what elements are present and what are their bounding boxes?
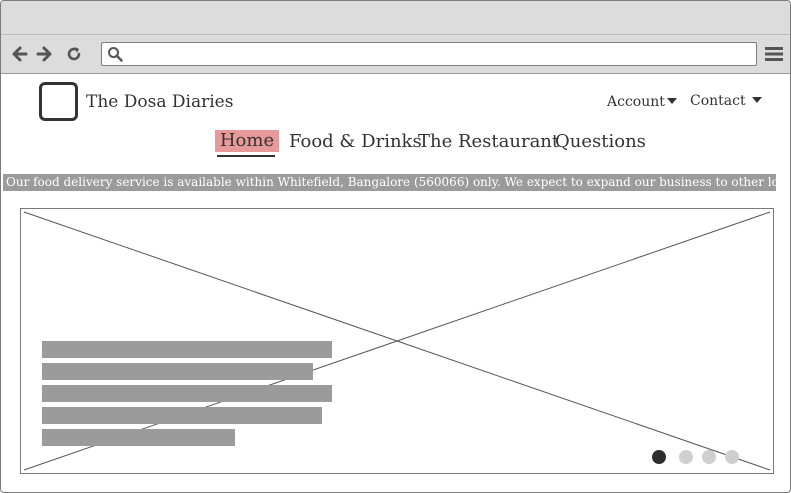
browser-window: The Dosa Diaries Account Contact Home Fo…	[0, 0, 791, 493]
announcement-ticker: Our food delivery service is available w…	[3, 174, 776, 191]
site-logo[interactable]	[39, 82, 78, 121]
title-bar	[1, 1, 790, 35]
text-placeholder-line	[42, 341, 332, 358]
carousel-dot-3[interactable]	[702, 450, 716, 464]
text-placeholder-line	[42, 407, 322, 424]
chevron-down-icon	[752, 97, 763, 103]
contact-menu[interactable]: Contact	[690, 93, 763, 109]
site-title[interactable]: The Dosa Diaries	[86, 92, 233, 112]
carousel-dot-1[interactable]	[652, 450, 666, 464]
text-placeholder-line	[42, 385, 332, 402]
nav-home[interactable]: Home	[215, 130, 279, 152]
search-icon	[107, 46, 123, 66]
nav-food-drinks[interactable]: Food & Drinks	[289, 131, 422, 152]
nav-restaurant[interactable]: The Restaurant	[418, 131, 559, 152]
text-placeholder-line	[42, 429, 235, 446]
address-bar[interactable]	[101, 42, 757, 66]
nav-questions[interactable]: Questions	[555, 131, 646, 152]
main-navigation: Home Food & Drinks The Restaurant Questi…	[1, 130, 790, 160]
carousel-dot-2[interactable]	[679, 450, 693, 464]
account-label: Account	[607, 94, 665, 110]
contact-label: Contact	[690, 93, 746, 109]
chevron-down-icon	[666, 98, 677, 104]
text-placeholder-line	[42, 363, 313, 380]
back-arrow-icon[interactable]	[10, 44, 30, 64]
carousel-dot-4[interactable]	[725, 450, 739, 464]
account-menu[interactable]: Account	[607, 94, 677, 110]
reload-icon[interactable]	[64, 44, 84, 64]
hamburger-menu-icon[interactable]	[765, 45, 783, 63]
forward-arrow-icon[interactable]	[34, 44, 54, 64]
browser-toolbar	[1, 35, 790, 74]
hero-carousel[interactable]	[20, 208, 774, 474]
active-nav-underline	[217, 155, 275, 157]
